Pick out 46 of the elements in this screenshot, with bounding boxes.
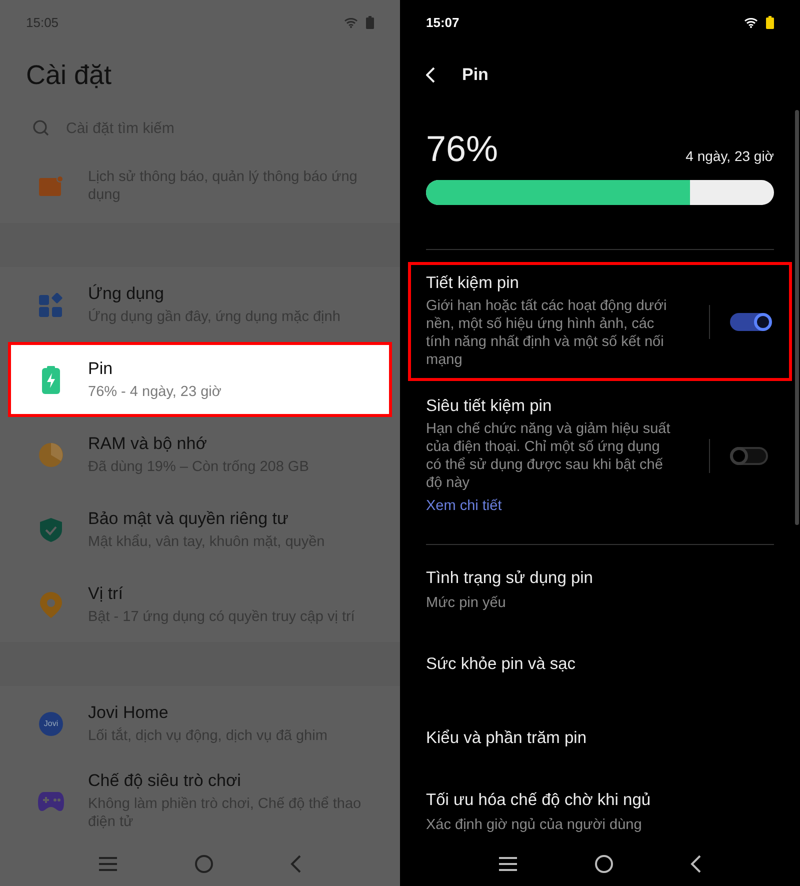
- home-icon[interactable]: [594, 854, 614, 874]
- item-description: Hạn chế chức năng và giảm hiệu suất của điện thoại. Chỉ một số ứng dụng có thể sử dụng được sau khi bật chế độ này: [426, 420, 672, 492]
- remaining-time: 4 ngày, 23 giờ: [686, 148, 774, 166]
- search-icon: [32, 119, 50, 137]
- item-subtitle: Xác định giờ ngủ của người dùng: [426, 816, 643, 834]
- gamepad-icon: [38, 791, 64, 811]
- item-title: Ứng dụng: [88, 284, 165, 304]
- item-title: RAM và bộ nhớ: [88, 434, 208, 454]
- item-title: Tối ưu hóa chế độ chờ khi ngủ: [426, 790, 652, 810]
- jovi-logo-icon: Jovi: [39, 712, 63, 736]
- item-title: Siêu tiết kiệm pin: [426, 397, 553, 416]
- item-description: Giới hạn hoặc tất các hoạt động dưới nền, một số hiệu ứng hình ảnh, các tính năng nhất định và một số kết nối mạng: [426, 297, 668, 369]
- battery-percent: 76%: [426, 128, 498, 170]
- item-title: Vị trí: [88, 584, 124, 604]
- settings-item[interactable]: Tình trạng sử dụng pin Mức pin yếu: [400, 555, 800, 625]
- item-title: Sức khỏe pin và sạc: [426, 654, 577, 674]
- settings-item[interactable]: Pin 76% - 4 ngày, 23 giờ: [8, 342, 392, 417]
- pie-chart-icon: [39, 442, 63, 466]
- item-title: Pin: [88, 358, 114, 378]
- location-pin-icon: [40, 592, 62, 618]
- item-subtitle: 76% - 4 ngày, 23 giờ: [88, 382, 222, 400]
- item-title: Kiểu và phần trăm pin: [426, 728, 588, 748]
- status-time: 15:07: [426, 14, 460, 30]
- item-title: Bảo mật và quyền riêng tư: [88, 508, 290, 528]
- apps-icon: [39, 292, 63, 316]
- item-title: Chế độ siêu trò chơi: [88, 771, 242, 791]
- item-subtitle: Mức pin yếu: [426, 594, 507, 612]
- back-icon[interactable]: [690, 854, 702, 874]
- header-title: Pin: [462, 65, 488, 85]
- page-title: Cài đặt: [26, 60, 113, 92]
- menu-icon[interactable]: [498, 856, 518, 872]
- wifi-icon: [344, 16, 358, 28]
- notification-icon: [39, 176, 63, 196]
- toggle-switch[interactable]: [730, 446, 768, 464]
- item-title: Jovi Home: [88, 702, 170, 722]
- wifi-icon: [744, 16, 758, 28]
- battery-icon: [366, 16, 374, 28]
- shield-icon: [40, 518, 62, 542]
- battery-icon: [766, 16, 774, 28]
- item-title: Tình trạng sử dụng pin: [426, 568, 594, 588]
- battery-charging-icon: [42, 366, 60, 394]
- settings-item[interactable]: Tối ưu hóa chế độ chờ khi ngủ Xác định giờ ngủ của người dùng: [400, 777, 800, 842]
- settings-item[interactable]: Kiểu và phần trăm pin: [400, 703, 800, 773]
- settings-item[interactable]: Sức khỏe pin và sạc: [400, 629, 800, 699]
- details-link[interactable]: Xem chi tiết: [426, 498, 674, 514]
- item-title: Tiết kiệm pin: [426, 274, 520, 293]
